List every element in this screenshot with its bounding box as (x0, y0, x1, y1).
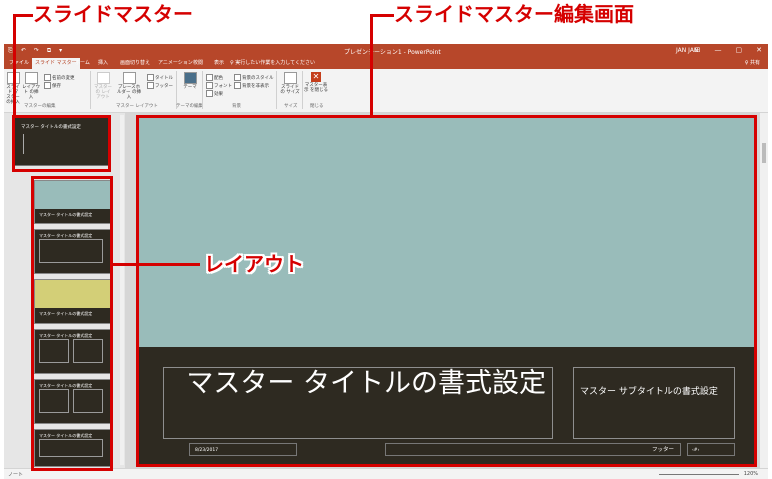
zoom-level[interactable]: 120% (744, 471, 758, 477)
customize-qat-icon[interactable]: ▾ (59, 47, 62, 55)
colors-dropdown[interactable]: 配色 (206, 74, 223, 81)
master-layout-button[interactable]: マスターの レイアウト (94, 72, 112, 100)
preserve-icon (44, 82, 51, 89)
rename-icon (44, 74, 51, 81)
close-master-icon: ✕ (311, 72, 321, 82)
close-icon[interactable]: ✕ (756, 46, 762, 54)
highlight-master-thumbnail (12, 115, 111, 172)
highlight-slide-edit-area (136, 115, 757, 467)
leader-line (13, 14, 33, 17)
tab-home[interactable]: ホーム (72, 58, 93, 69)
checkbox-icon (147, 74, 154, 81)
annotation-slide-master: スライドマスター (33, 2, 193, 26)
window-title: プレゼンテーション1 - PowerPoint (344, 49, 441, 56)
status-bar: ノート 120% (4, 468, 768, 479)
leader-line (370, 14, 373, 116)
ribbon: スライド マスター の挿入 レイアウト の挿入 名前の変更 保存 マスターの編集… (4, 69, 768, 113)
themes-button[interactable]: テーマ (180, 72, 200, 90)
separator (202, 71, 203, 109)
zoom-slider[interactable] (659, 474, 739, 475)
background-styles-dropdown[interactable]: 背景のスタイル (234, 74, 274, 81)
colors-icon (206, 74, 213, 81)
slide-size-icon (283, 72, 297, 84)
maximize-icon[interactable]: ▢ (736, 46, 743, 54)
tab-insert[interactable]: 挿入 (95, 58, 111, 69)
notes-label[interactable]: ノート (8, 471, 23, 478)
redo-icon[interactable]: ↷ (34, 47, 39, 55)
tell-me-box[interactable]: ♀ 実行したい作業を入力してください (230, 58, 315, 69)
title-checkbox[interactable]: タイトル (147, 74, 173, 81)
fonts-dropdown[interactable]: フォント (206, 82, 232, 89)
preserve-button[interactable]: 保存 (44, 82, 61, 89)
tab-file[interactable]: ファイル (6, 58, 32, 69)
share-button[interactable]: ♀ 共有 (745, 58, 760, 69)
slide-scrollbar[interactable] (760, 113, 768, 468)
insert-placeholder-button[interactable]: プレースホルダー の挿入 (116, 72, 142, 100)
ribbon-tabs: ファイル スライド マスター ホーム 挿入 画面切り替え アニメーション 校閲 … (4, 58, 768, 69)
background-styles-icon (234, 74, 241, 81)
separator (302, 71, 303, 109)
rename-button[interactable]: 名前の変更 (44, 74, 75, 81)
group-close-label: 閉じる (310, 104, 324, 109)
fonts-icon (206, 82, 213, 89)
group-size-label: サイズ (284, 104, 298, 109)
group-master-layout-label: マスター レイアウト (116, 104, 158, 109)
separator (276, 71, 277, 109)
slide-size-button[interactable]: スライドの サイズ (280, 72, 300, 95)
separator (90, 71, 91, 109)
checkbox-icon (147, 82, 154, 89)
scroll-thumb[interactable] (762, 143, 766, 163)
quick-access-toolbar: ⎘ ↶ ↷ ⧉ ▾ (8, 47, 62, 55)
title-bar: ⎘ ↶ ↷ ⧉ ▾ プレゼンテーション1 - PowerPoint JAN JA… (4, 44, 768, 58)
leader-line (112, 263, 200, 266)
present-icon[interactable]: ⧉ (47, 47, 51, 55)
minimize-icon[interactable]: — (715, 46, 722, 54)
leader-line (370, 14, 394, 17)
close-master-view-button[interactable]: ✕ マスター表示 を閉じる (304, 72, 328, 93)
ribbon-display-icon[interactable]: ⊟ (695, 46, 701, 54)
footer-checkbox[interactable]: フッター (147, 82, 173, 89)
effects-dropdown[interactable]: 効果 (206, 90, 223, 97)
master-layout-icon (96, 72, 110, 84)
highlight-layout-thumbnails (31, 176, 113, 471)
themes-icon (183, 72, 197, 84)
checkbox-icon (234, 82, 241, 89)
layout-icon (24, 72, 38, 84)
group-edit-master-label: マスターの編集 (24, 104, 56, 109)
hide-background-checkbox[interactable]: 背景を非表示 (234, 82, 269, 89)
tab-review[interactable]: 校閲 (190, 58, 206, 69)
leader-line (13, 14, 16, 116)
tab-view[interactable]: 表示 (211, 58, 227, 69)
thumbnail-scrollbar[interactable] (120, 115, 124, 465)
annotation-slide-master-edit: スライドマスター編集画面 (394, 2, 634, 26)
effects-icon (206, 90, 213, 97)
group-edit-theme-label: テーマの編集 (176, 104, 203, 109)
annotation-layout: レイアウト (204, 252, 304, 276)
tab-transitions[interactable]: 画面切り替え (117, 58, 153, 69)
group-background-label: 背景 (232, 104, 241, 109)
window-controls: ⊟ — ▢ ✕ (695, 46, 762, 54)
placeholder-icon (122, 72, 136, 84)
undo-icon[interactable]: ↶ (21, 47, 26, 55)
insert-layout-button[interactable]: レイアウト の挿入 (22, 72, 40, 100)
